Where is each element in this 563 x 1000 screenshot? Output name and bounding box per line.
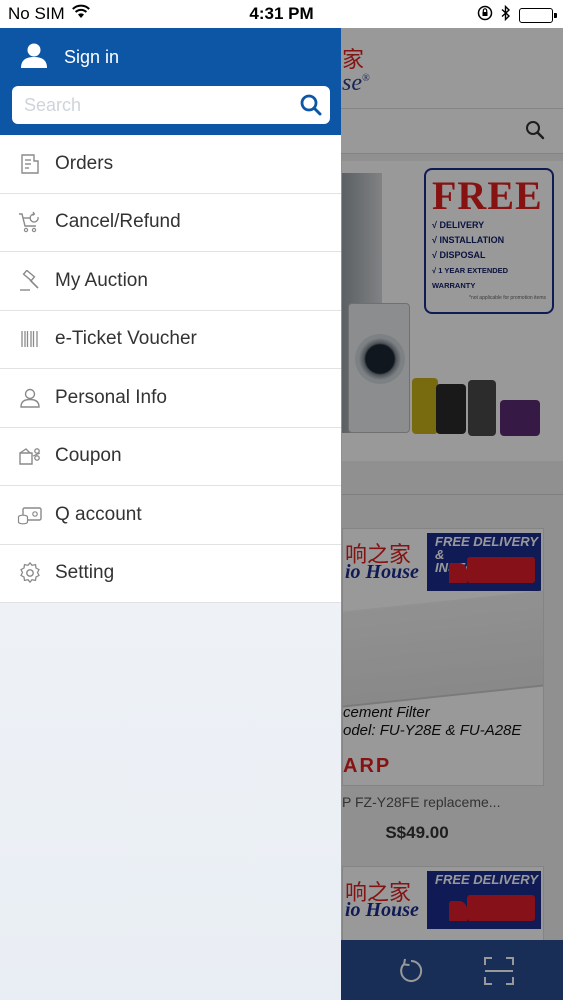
status-bar: No SIM 4:31 PM [0, 0, 563, 28]
gavel-icon [0, 252, 55, 310]
user-icon [20, 41, 48, 74]
menu-label: Orders [55, 152, 114, 174]
sign-in-label: Sign in [64, 46, 120, 67]
status-right [477, 4, 557, 26]
battery-icon [519, 8, 557, 23]
wallet-icon [0, 486, 55, 544]
menu-label: Setting [55, 562, 115, 584]
menu-item-cancel-refund[interactable]: Cancel/Refund [0, 193, 341, 252]
menu-label: e-Ticket Voucher [55, 328, 197, 350]
side-drawer: Sign in Orders Cancel/Refund My Auct [0, 28, 341, 1000]
search-box [12, 86, 330, 124]
menu-item-my-auction[interactable]: My Auction [0, 252, 341, 311]
drawer-header: Sign in [0, 28, 341, 135]
search-icon[interactable] [300, 94, 322, 116]
menu-item-coupon[interactable]: Coupon [0, 427, 341, 486]
menu-item-orders[interactable]: Orders [0, 135, 341, 194]
menu-item-setting[interactable]: Setting [0, 544, 341, 603]
menu-label: Coupon [55, 445, 122, 467]
menu-label: Cancel/Refund [55, 211, 181, 233]
gear-icon [0, 545, 55, 603]
sign-in-button[interactable]: Sign in [20, 42, 119, 72]
cart-refund-icon [0, 194, 55, 252]
search-input[interactable] [12, 86, 292, 124]
coupon-icon [0, 428, 55, 486]
drawer-menu: Orders Cancel/Refund My Auction e-Ticket… [0, 135, 341, 603]
menu-label: Q account [55, 503, 142, 525]
person-icon [0, 369, 55, 427]
menu-item-e-ticket-voucher[interactable]: e-Ticket Voucher [0, 310, 341, 369]
menu-item-personal-info[interactable]: Personal Info [0, 369, 341, 428]
orientation-lock-icon [477, 5, 493, 26]
barcode-icon [0, 311, 55, 369]
bluetooth-icon [501, 4, 511, 26]
menu-label: My Auction [55, 269, 148, 291]
orders-icon [0, 135, 55, 193]
menu-label: Personal Info [55, 386, 167, 408]
menu-item-q-account[interactable]: Q account [0, 486, 341, 545]
